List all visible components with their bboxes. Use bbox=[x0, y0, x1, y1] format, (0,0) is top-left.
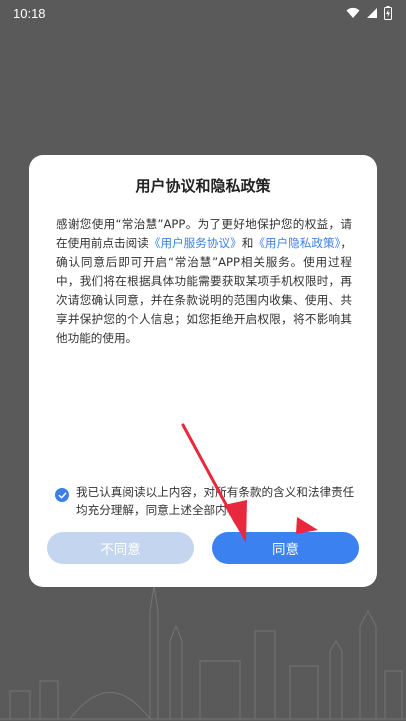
disagree-button[interactable]: 不同意 bbox=[47, 532, 194, 564]
wifi-icon bbox=[346, 7, 360, 18]
body-text-and: 和 bbox=[241, 236, 254, 250]
status-time: 10:18 bbox=[13, 5, 46, 21]
body-text-details: ，确认同意后即可开启“常治慧”APP相关服务。使用过程中，我们将在根据具体功能需… bbox=[56, 236, 352, 345]
battery-icon bbox=[384, 6, 392, 20]
agree-button[interactable]: 同意 bbox=[212, 532, 359, 564]
consent-checkbox[interactable] bbox=[55, 488, 69, 502]
checkmark-icon bbox=[58, 492, 66, 498]
status-bar: 10:18 bbox=[0, 0, 406, 26]
user-service-agreement-link[interactable]: 《用户服务协议》 bbox=[149, 236, 242, 250]
cellular-signal-icon bbox=[367, 8, 377, 18]
privacy-dialog: 用户协议和隐私政策 感谢您使用“常治慧”APP。为了更好地保护您的权益，请在使用… bbox=[29, 155, 377, 587]
consent-text: 我已认真阅读以上内容，对所有条款的含义和法律责任均充分理解，同意上述全部内容。 bbox=[76, 485, 355, 517]
privacy-policy-link[interactable]: 《用户隐私政策》 bbox=[253, 236, 340, 250]
city-skyline-illustration bbox=[0, 585, 406, 720]
dialog-body: 感谢您使用“常治慧”APP。为了更好地保护您的权益，请在使用前点击阅读《用户服务… bbox=[56, 215, 352, 348]
status-icons bbox=[346, 6, 392, 20]
consent-row[interactable]: 我已认真阅读以上内容，对所有条款的含义和法律责任均充分理解，同意上述全部内容。 bbox=[55, 483, 359, 519]
dialog-title: 用户协议和隐私政策 bbox=[135, 177, 271, 195]
